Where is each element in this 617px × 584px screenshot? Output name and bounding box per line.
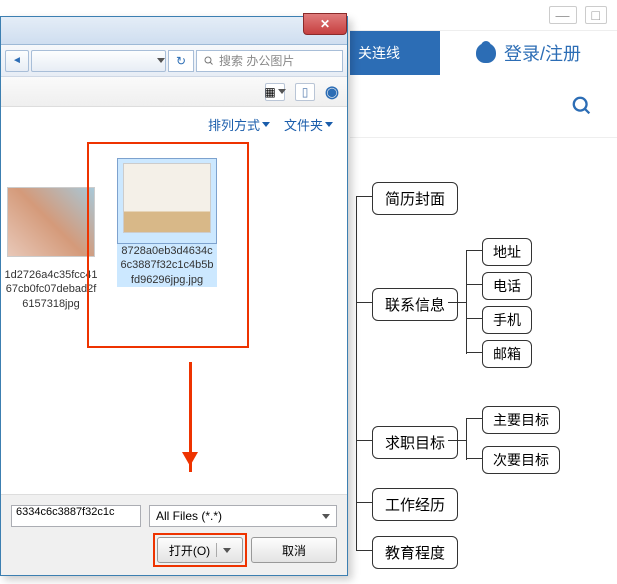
node-cover[interactable]: 简历封面: [372, 182, 458, 215]
login-label: 登录/注册: [504, 40, 581, 66]
node-work[interactable]: 工作经历: [372, 488, 458, 521]
window-controls: — □: [350, 0, 617, 31]
nav-item-connect[interactable]: 关连线: [350, 31, 440, 75]
node-sec-goal[interactable]: 次要目标: [482, 446, 560, 474]
node-address[interactable]: 地址: [482, 238, 532, 266]
file-item[interactable]: 1d2726a4c35fcc4167cb0fc07debad2f6157318j…: [1, 182, 101, 311]
file-open-dialog: ✕ ◄ ↻ 搜索 办公图片 ▦ ▯ ◉ 排列方式 文件夹 1d2726a4c35…: [0, 16, 348, 576]
node-objective[interactable]: 求职目标: [372, 426, 458, 459]
open-label: 打开(O): [169, 542, 210, 559]
node-email[interactable]: 邮箱: [482, 340, 532, 368]
filename-input[interactable]: 6334c6c3887f32c1c: [11, 505, 141, 527]
dialog-bottom-panel: 6334c6c3887f32c1c All Files (*.*) 打开(O) …: [1, 494, 347, 575]
search-placeholder: 搜索 办公图片: [219, 52, 294, 69]
sort-bar: 排列方式 文件夹: [1, 107, 347, 142]
sort-by-button[interactable]: 排列方式: [208, 115, 270, 134]
annotation-arrow: [189, 362, 192, 472]
close-button[interactable]: ✕: [303, 13, 347, 35]
refresh-button[interactable]: ↻: [168, 50, 194, 72]
login-button[interactable]: 登录/注册: [440, 40, 617, 66]
dialog-navbar: ◄ ↻ 搜索 办公图片: [1, 45, 347, 77]
user-icon: [476, 43, 496, 63]
cancel-button[interactable]: 取消: [251, 537, 337, 563]
help-icon[interactable]: ◉: [325, 82, 339, 102]
node-contact[interactable]: 联系信息: [372, 288, 458, 321]
files-area[interactable]: 1d2726a4c35fcc4167cb0fc07debad2f6157318j…: [1, 142, 347, 442]
file-filter-select[interactable]: All Files (*.*): [149, 505, 337, 527]
minimize-icon[interactable]: —: [549, 6, 577, 24]
search-icon: [203, 55, 215, 67]
file-name-label: 1d2726a4c35fcc4167cb0fc07debad2f6157318j…: [1, 268, 101, 311]
filter-label: All Files (*.*): [156, 509, 222, 523]
open-button[interactable]: 打开(O): [157, 537, 243, 563]
node-mobile[interactable]: 手机: [482, 306, 532, 334]
folder-button[interactable]: 文件夹: [284, 115, 333, 134]
preview-button[interactable]: ▯: [295, 83, 315, 101]
chevron-down-icon: [322, 514, 330, 523]
file-name-label: 8728a0eb3d4634c6c3887f32c1c4b5bfd96296jp…: [117, 244, 217, 287]
view-mode-button[interactable]: ▦: [265, 83, 285, 101]
node-phone[interactable]: 电话: [482, 272, 532, 300]
node-education[interactable]: 教育程度: [372, 536, 458, 569]
back-button[interactable]: ◄: [5, 50, 29, 72]
dialog-titlebar[interactable]: ✕: [1, 17, 347, 45]
maximize-icon[interactable]: □: [585, 6, 607, 24]
chevron-down-icon: [223, 548, 231, 557]
search-icon: [571, 95, 593, 117]
dialog-toolbar: ▦ ▯ ◉: [1, 77, 347, 107]
path-field[interactable]: [31, 50, 166, 72]
dialog-search-input[interactable]: 搜索 办公图片: [196, 50, 343, 72]
search-area[interactable]: [350, 75, 617, 138]
file-thumbnail: [7, 187, 95, 257]
file-item-selected[interactable]: 8728a0eb3d4634c6c3887f32c1c4b5bfd96296jp…: [117, 158, 217, 287]
top-nav: 关连线 登录/注册: [350, 31, 617, 75]
node-main-goal[interactable]: 主要目标: [482, 406, 560, 434]
file-thumbnail: [123, 163, 211, 233]
